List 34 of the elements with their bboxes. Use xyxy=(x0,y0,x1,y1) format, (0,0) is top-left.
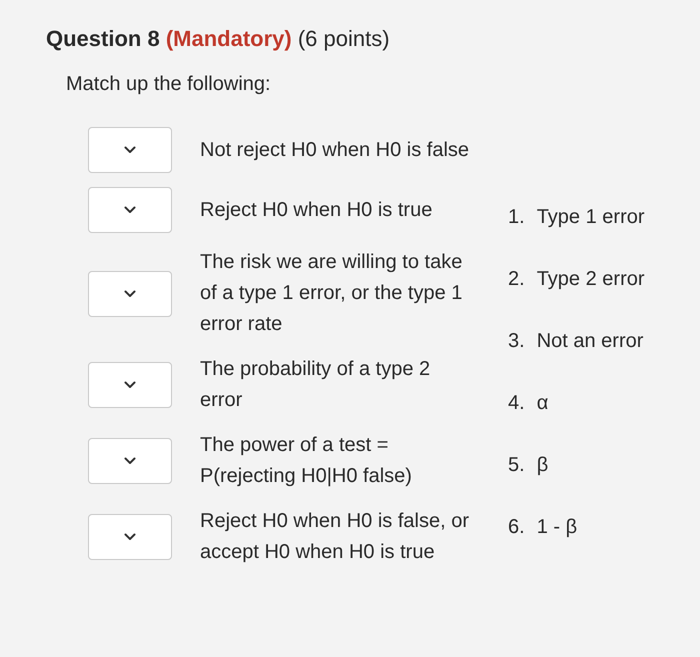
option-text: Type 1 error xyxy=(536,205,645,230)
points-label: (6 points) xyxy=(298,26,390,51)
prompt-text: The probability of a type 2 error xyxy=(200,357,432,413)
option-text: 1 - β xyxy=(536,515,578,540)
question-title: Question 8 xyxy=(46,26,160,51)
option-text: Type 2 error xyxy=(536,267,645,292)
prompt-text: Reject H0 when H0 is false, or accept H0 when H0 is true xyxy=(200,509,470,565)
option-number: 4. xyxy=(508,391,525,416)
instruction-text: Match up the following: xyxy=(66,72,272,97)
option-number: 5. xyxy=(508,453,525,478)
mandatory-label: (Mandatory) xyxy=(166,26,292,51)
option-text: Not an error xyxy=(536,329,644,354)
answer-dropdown[interactable] xyxy=(88,187,172,233)
answer-dropdown[interactable] xyxy=(88,362,172,408)
answer-dropdown[interactable] xyxy=(88,514,172,560)
chevron-down-icon xyxy=(124,146,136,154)
prompt-text: Reject H0 when H0 is true xyxy=(200,198,434,222)
chevron-down-icon xyxy=(124,206,136,214)
chevron-down-icon xyxy=(124,457,136,465)
answer-dropdown[interactable] xyxy=(88,127,172,173)
option-text: α xyxy=(536,391,548,416)
prompt-text: Not reject H0 when H0 is false xyxy=(200,138,470,162)
chevron-down-icon xyxy=(124,533,136,541)
option-number: 6. xyxy=(508,515,525,540)
answer-dropdown[interactable] xyxy=(88,438,172,484)
prompt-text: The power of a test = P(rejecting H0|H0 false) xyxy=(200,433,413,489)
prompt-text: The risk we are willing to take of a type 1 error, or the type 1 error rate xyxy=(200,250,464,337)
option-text: β xyxy=(536,453,548,478)
chevron-down-icon xyxy=(124,381,136,389)
option-number: 1. xyxy=(508,205,525,230)
chevron-down-icon xyxy=(124,290,136,298)
option-number: 2. xyxy=(508,267,525,292)
option-number: 3. xyxy=(508,329,525,354)
answer-dropdown[interactable] xyxy=(88,270,172,316)
